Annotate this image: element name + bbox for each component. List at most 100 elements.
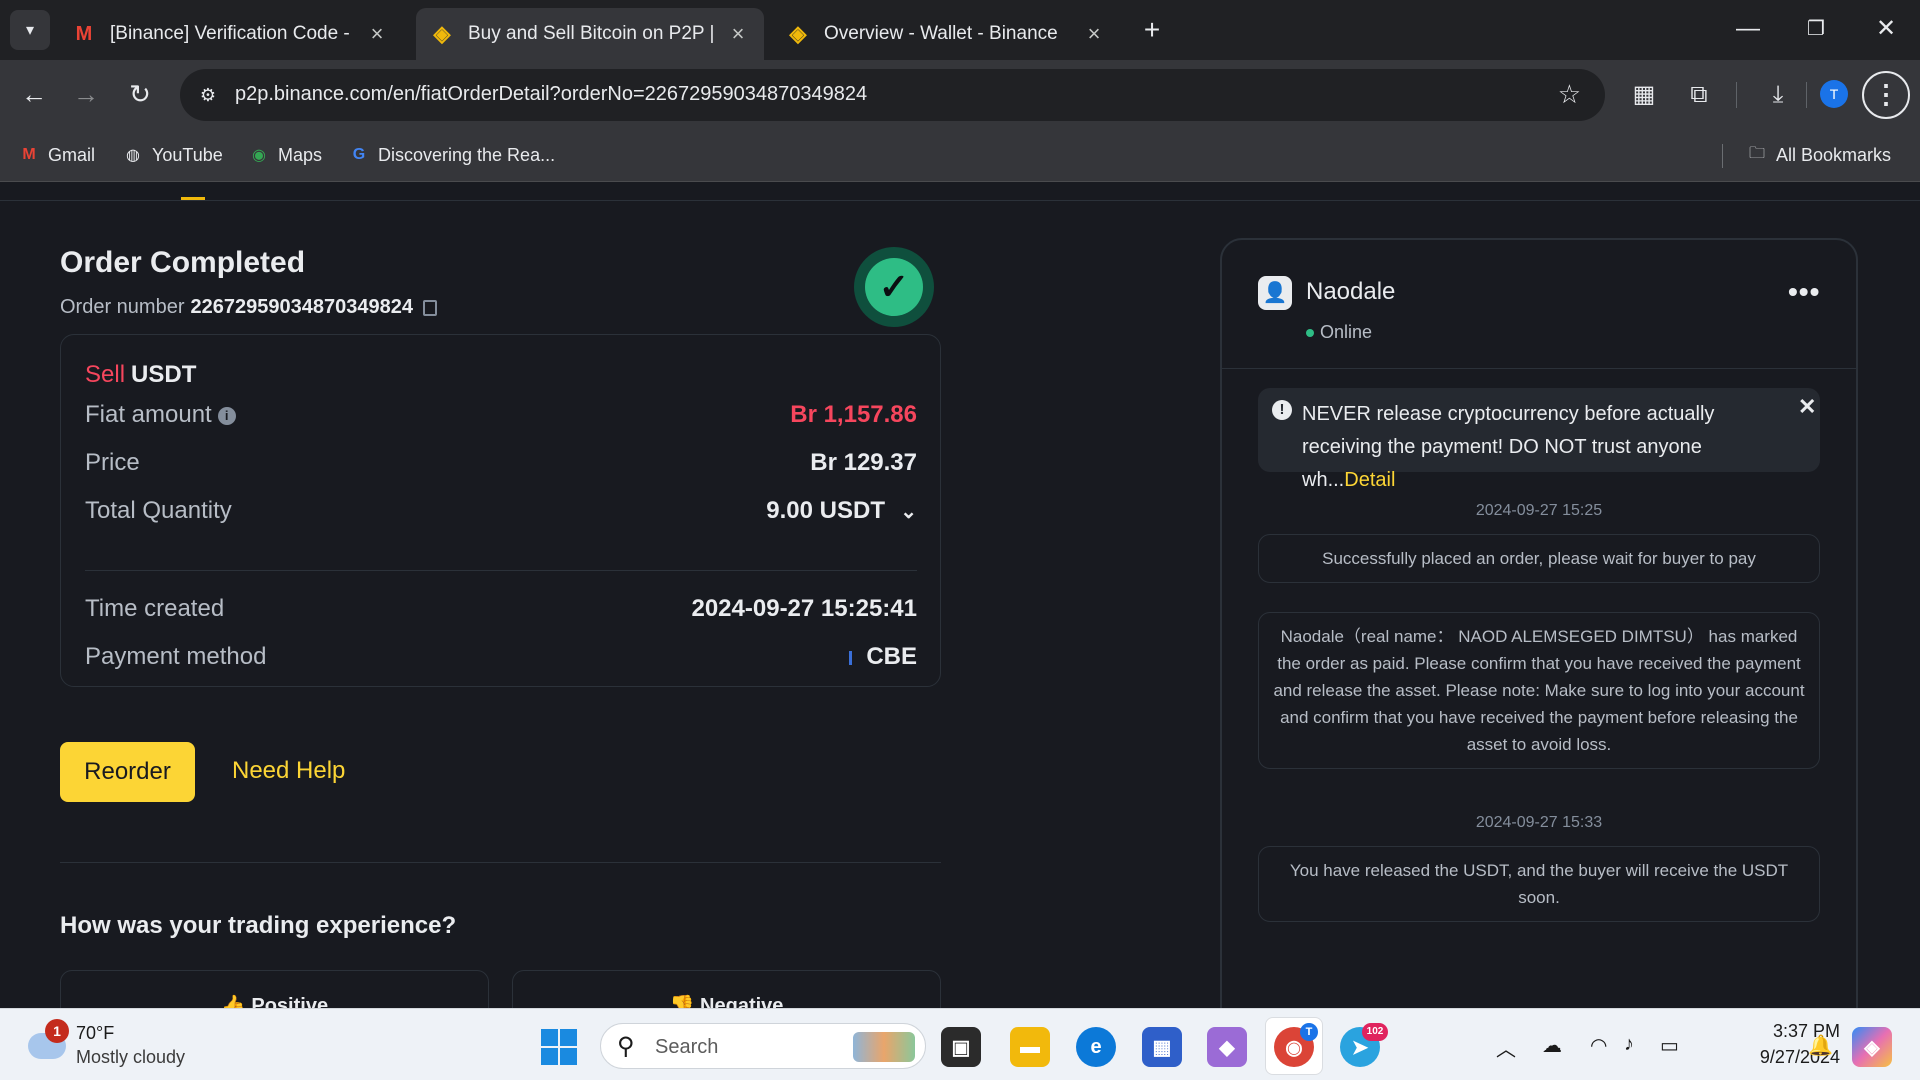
completed-check-icon: ✓: [854, 247, 934, 327]
address-bar[interactable]: ⚙ p2p.binance.com/en/fiatOrderDetail?ord…: [180, 69, 1605, 121]
onedrive-cloud-icon[interactable]: ☁: [1542, 1033, 1562, 1058]
info-icon[interactable]: i: [217, 406, 236, 425]
close-icon[interactable]: ×: [1082, 21, 1106, 47]
chat-timestamp: 2024-09-27 15:33: [1475, 814, 1603, 831]
negative-feedback-button[interactable]: 👎 Negative: [512, 970, 941, 1008]
weather-condition[interactable]: Mostly cloudy: [76, 1047, 185, 1068]
close-window-button[interactable]: ✕: [1866, 12, 1906, 48]
tab-gmail[interactable]: M [Binance] Verification Code - 20 ×: [58, 8, 403, 60]
fiat-amount-label: Fiat amount: [85, 401, 212, 428]
time-created-value: 2024-09-27 15:25:41: [691, 595, 917, 622]
all-bookmarks[interactable]: 🗀 All Bookmarks: [1746, 142, 1891, 168]
system-message: You have released the USDT, and the buye…: [1258, 846, 1820, 922]
tab-binance-wallet[interactable]: ◈ Overview - Wallet - Binance ×: [772, 8, 1120, 60]
notification-badge: 1: [45, 1019, 69, 1043]
tab-search-button[interactable]: ▾: [10, 10, 50, 50]
system-message: Successfully placed an order, please wai…: [1258, 534, 1820, 583]
copilot-app-icon[interactable]: ◆: [1207, 1027, 1247, 1067]
bookmark-star-icon[interactable]: ☆: [1558, 79, 1581, 110]
quantity-value: 9.00 USDT: [766, 497, 885, 524]
start-button[interactable]: [541, 1029, 577, 1065]
price-label: Price: [85, 449, 140, 476]
reorder-button[interactable]: Reorder: [60, 742, 195, 802]
binance-icon: ◈: [433, 21, 451, 46]
bookmarks-divider: [1722, 144, 1723, 168]
close-icon[interactable]: ✕: [1798, 394, 1816, 420]
task-view-icon[interactable]: ▣: [941, 1027, 981, 1067]
counterparty-name[interactable]: Naodale: [1306, 278, 1395, 306]
online-status-label: Online: [1320, 322, 1373, 342]
volume-icon[interactable]: ♪: [1624, 1033, 1634, 1056]
card-divider: [85, 570, 917, 571]
edge-icon[interactable]: e: [1076, 1027, 1116, 1067]
payment-color-bar: [849, 650, 853, 665]
quantity-row[interactable]: Total Quantity 9.00 USDT ⌄: [85, 497, 917, 527]
need-help-link[interactable]: Need Help: [232, 757, 345, 785]
trade-side-label: Sell: [85, 361, 126, 388]
extensions-icon[interactable]: ⧉: [1681, 77, 1717, 113]
order-number: 22672959034870349824: [190, 296, 413, 318]
all-bookmarks-label: All Bookmarks: [1776, 144, 1892, 165]
new-tab-button[interactable]: +: [1135, 14, 1169, 48]
reload-button[interactable]: ↻: [122, 77, 158, 113]
forward-button[interactable]: →: [68, 77, 104, 113]
back-button[interactable]: ←: [16, 77, 52, 113]
toolbar-divider: [1736, 82, 1737, 108]
quantity-label: Total Quantity: [85, 497, 232, 524]
weather-temperature[interactable]: 70°F: [76, 1023, 114, 1044]
bookmark-youtube[interactable]: ◍ YouTube: [122, 142, 223, 168]
gmail-icon: M: [75, 22, 93, 45]
order-status-title: Order Completed: [60, 246, 306, 279]
bookmark-label: Discovering the Rea...: [378, 144, 556, 165]
bookmark-label: Maps: [278, 144, 323, 165]
fiat-amount-value: Br 1,157.86: [790, 401, 917, 428]
url-text[interactable]: p2p.binance.com/en/fiatOrderDetail?order…: [235, 83, 867, 106]
battery-icon[interactable]: ▭: [1660, 1033, 1679, 1058]
download-icon[interactable]: ⤓: [1760, 77, 1796, 113]
search-highlight-image: [853, 1032, 915, 1062]
store-icon[interactable]: ▦: [1142, 1027, 1182, 1067]
chevron-up-icon[interactable]: ︿: [1496, 1033, 1516, 1062]
telegram-unread-badge: 102: [1362, 1023, 1388, 1041]
browser-toolbar: ← → ↻ ⚙ p2p.binance.com/en/fiatOrderDeta…: [0, 60, 1920, 130]
header-divider: [0, 200, 1920, 201]
site-info-icon[interactable]: ⚙: [194, 81, 222, 109]
bookmark-discovering[interactable]: G Discovering the Rea...: [348, 142, 555, 168]
browser-menu-button[interactable]: ⋮: [1862, 71, 1910, 119]
bookmarks-bar: M Gmail ◍ YouTube ◉ Maps G Discovering t…: [0, 130, 1920, 182]
section-divider: [60, 862, 941, 863]
copy-icon[interactable]: [422, 299, 437, 316]
warning-text: NEVER release cryptocurrency before actu…: [1302, 398, 1792, 497]
thumbs-up-icon: 👍: [220, 995, 252, 1008]
taskbar-search[interactable]: ⚲ Search: [600, 1023, 926, 1069]
file-explorer-icon[interactable]: ▬: [1010, 1027, 1050, 1067]
bell-icon[interactable]: 🔔: [1808, 1033, 1833, 1058]
chrome-profile-badge: T: [1300, 1023, 1318, 1041]
close-icon[interactable]: ×: [365, 21, 389, 47]
tab-binance-p2p[interactable]: ◈ Buy and Sell Bitcoin on P2P | Lo ×: [416, 8, 764, 60]
positive-feedback-button[interactable]: 👍 Positive: [60, 970, 489, 1008]
windows-taskbar: 1 70°F Mostly cloudy ⚲ Search ▣ ▬ e ▦ ◆ …: [0, 1008, 1920, 1080]
warning-icon: !: [1272, 400, 1292, 420]
qr-code-icon[interactable]: ▦: [1626, 77, 1662, 113]
copilot-icon[interactable]: ◈: [1852, 1027, 1892, 1067]
bookmark-maps[interactable]: ◉ Maps: [248, 142, 322, 168]
profile-avatar[interactable]: T: [1820, 80, 1848, 108]
trade-side: Sell USDT: [85, 361, 196, 389]
globe-icon: ◍: [126, 147, 140, 164]
bookmark-gmail[interactable]: M Gmail: [18, 142, 95, 168]
security-warning-banner: ! NEVER release cryptocurrency before ac…: [1258, 388, 1820, 491]
bookmark-label: Gmail: [48, 144, 96, 165]
negative-label: Negative: [700, 995, 784, 1008]
restore-button[interactable]: ❐: [1796, 12, 1836, 48]
search-icon: ⚲: [617, 1033, 635, 1060]
experience-title: How was your trading experience?: [60, 912, 457, 939]
more-options-icon[interactable]: •••: [1788, 276, 1820, 308]
wifi-icon[interactable]: ◠: [1590, 1033, 1607, 1058]
chevron-down-icon[interactable]: ⌄: [900, 499, 917, 524]
positive-label: Positive: [251, 995, 329, 1008]
online-dot-icon: [1306, 329, 1314, 338]
minimize-button[interactable]: —: [1728, 12, 1768, 48]
warning-detail-link[interactable]: Detail: [1344, 469, 1395, 491]
close-icon[interactable]: ×: [726, 21, 750, 47]
